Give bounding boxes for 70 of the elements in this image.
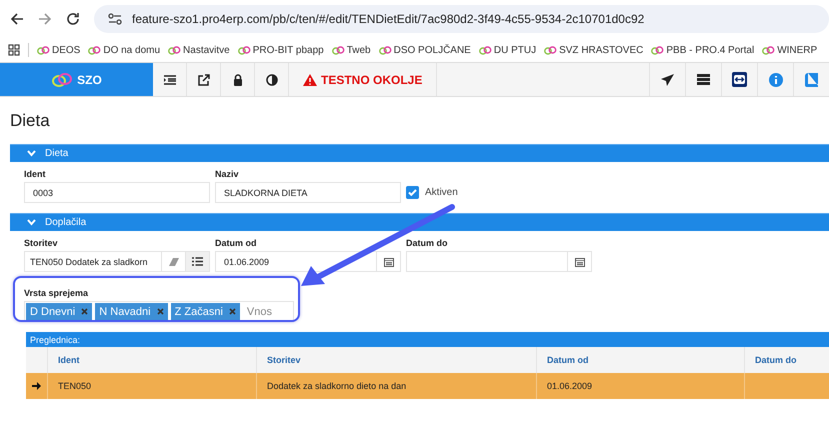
apps-grid-icon[interactable] <box>8 44 20 56</box>
field-label: Datum do <box>406 238 448 248</box>
date-field[interactable] <box>406 251 568 272</box>
table-cell: TEN050 <box>48 373 257 399</box>
bookmark-link[interactable]: DEOS <box>52 44 80 56</box>
checkbox-label: Aktiven <box>425 187 458 198</box>
field-label: Naziv <box>215 169 240 179</box>
rings-icon[interactable] <box>238 46 251 54</box>
checkbox[interactable] <box>406 186 419 199</box>
page-title: Dieta <box>10 110 51 132</box>
remove-icon[interactable] <box>81 308 88 315</box>
url-text: feature-szo1.pro4erp.com/pb/c/ten/#/edit/TENDietEdit/7ac980d2-3f49-4c55-9534-2c10701d0c92 <box>132 12 644 26</box>
server-icon <box>697 74 710 85</box>
row-pointer-icon <box>32 382 41 390</box>
calendar-button[interactable] <box>377 251 401 272</box>
field-label: Datum od <box>215 238 258 248</box>
lock-icon <box>232 74 242 86</box>
rings-icon[interactable] <box>168 46 182 54</box>
rings-icon[interactable] <box>651 46 664 54</box>
list-indent-icon <box>164 74 176 84</box>
field-label: Ident <box>24 169 46 179</box>
bookmark-link[interactable]: SVZ HRASTOVEC <box>559 44 644 56</box>
calendar-icon <box>574 256 584 266</box>
list-icon <box>192 257 203 266</box>
input-field[interactable]: TEN050 Dodatek za sladkorn <box>24 251 162 272</box>
bookmark-link[interactable]: PRO-BIT pbapp <box>252 44 324 56</box>
input-field[interactable]: SLADKORNA DIETA <box>215 182 401 203</box>
bookmark-link[interactable]: DO na domu <box>103 44 160 56</box>
site-settings-icon[interactable] <box>108 13 122 25</box>
warning-icon <box>303 74 317 86</box>
table-cell: Dodatek za sladkorno dieto na dan <box>257 373 537 399</box>
rings-icon[interactable] <box>37 46 50 54</box>
paper-plane-icon <box>661 74 674 86</box>
calendar-button[interactable] <box>568 251 592 272</box>
bookmark-link[interactable]: Tweb <box>346 44 371 56</box>
remove-icon[interactable] <box>228 308 236 315</box>
bookmark-link[interactable]: PBB - PRO.4 Portal <box>666 44 754 56</box>
rings-icon[interactable] <box>544 46 558 54</box>
remove-icon[interactable] <box>156 308 164 315</box>
field-label: Vrsta sprejema <box>24 288 88 298</box>
calendar-icon <box>384 256 394 266</box>
tag-input-field[interactable]: D Dnevni N Navadni Z Začasni Vnos <box>24 301 294 322</box>
external-link-icon <box>198 74 210 86</box>
rings-icon[interactable] <box>478 46 492 54</box>
date-field[interactable]: 01.06.2009 <box>215 251 377 272</box>
table-title: Preglednica: <box>30 334 80 344</box>
table-row[interactable]: TEN050 Dodatek za sladkorno dieto na dan 01.06.2009 <box>26 373 829 399</box>
double-arrow-icon <box>732 72 747 87</box>
section-header[interactable]: Doplačila <box>10 213 829 231</box>
app-logo[interactable]: SZO <box>0 63 153 96</box>
rings-icon[interactable] <box>378 46 392 54</box>
environment-warning: TESTNO OKOLJE <box>321 72 422 86</box>
field-label: Storitev <box>24 238 59 248</box>
input-field[interactable]: 0003 <box>24 182 210 203</box>
rings-icon[interactable] <box>762 46 776 54</box>
section-header[interactable]: Dieta <box>10 144 829 162</box>
bookmark-link[interactable]: WINERP <box>777 44 818 56</box>
rings-icon[interactable] <box>332 46 345 54</box>
list-button[interactable] <box>186 251 210 272</box>
bookmark-link[interactable]: DSO POLJČANE <box>394 44 471 56</box>
rings-icon[interactable] <box>88 46 102 54</box>
bookmark-link[interactable]: Nastavitve <box>183 44 230 56</box>
back-icon[interactable] <box>10 12 24 26</box>
forward-icon[interactable] <box>38 12 52 26</box>
bookmark-link[interactable]: DU PTUJ <box>494 44 536 56</box>
address-bar[interactable]: feature-szo1.pro4erp.com/pb/c/ten/#/edit/TENDietEdit/7ac980d2-3f49-4c55-9534-2c10701d0c92 <box>94 5 829 33</box>
reload-icon[interactable] <box>66 12 80 26</box>
info-icon <box>768 72 782 86</box>
contrast-icon <box>266 74 278 86</box>
table-cell: 01.06.2009 <box>537 373 745 399</box>
